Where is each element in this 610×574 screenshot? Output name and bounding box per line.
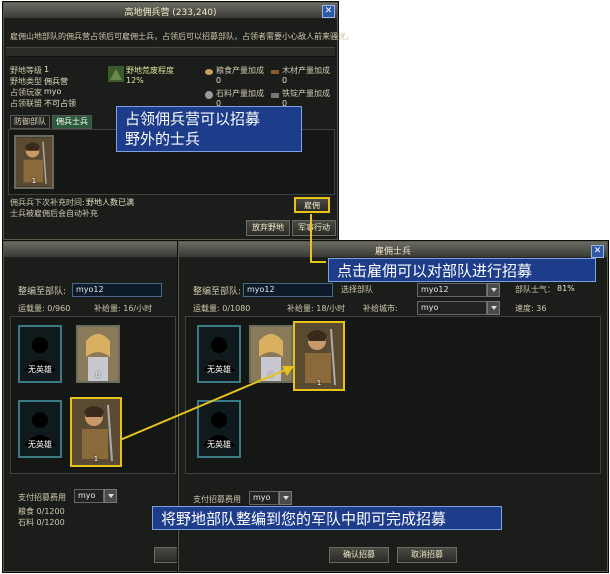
right-cost-dropdown[interactable] [279,491,292,505]
left-card-empty-1[interactable]: 无英雄 [18,325,62,383]
hire-button[interactable]: 雇佣 [294,197,330,213]
auto-replenish-note: 士兵被雇佣后会自动补充 [10,209,98,218]
left-cost-dropdown[interactable] [104,489,117,503]
right-cost-select[interactable]: myo [249,491,279,505]
right-card-empty-2[interactable]: 无英雄 [197,400,241,458]
hire-window-close-icon[interactable]: ✕ [591,245,604,258]
camp-info-divider [6,47,335,57]
camp-window-close-icon[interactable]: ✕ [322,5,335,18]
supply-city-dropdown[interactable] [487,301,500,315]
camp-window-title: 高地佣兵营 (233,240) [124,8,217,18]
select-troop-label: 选择部队 [341,285,373,294]
annotation-click-hire: 点击雇佣可以对部队进行招募 [328,258,596,282]
food-bonus-label: 粮食产量加成 [216,66,264,75]
right-card-empty-2-label: 无英雄 [207,440,231,449]
right-troop-input[interactable]: myo12 [243,283,333,297]
iron-bonus-label: 铁锭产量加成 [282,89,330,98]
left-capacity-text: 运载量: 0/960 [18,304,71,313]
left-cost-label: 支付招募费用 [18,493,66,502]
stat-type-value: 佣兵营 [44,77,68,86]
wood-bonus-label: 木材产量加成 [282,66,330,75]
camp-window-titlebar: 高地佣兵营 (233,240) [4,3,337,19]
left-card-mercenary-count: 1 [93,455,99,463]
select-troop-dropdown[interactable] [487,283,500,297]
speed-text: 速度: 36 [515,304,547,313]
stat-player-label: 占领玩家 [10,88,42,97]
camp-mercenary-count: 1 [31,177,37,185]
wood-icon [271,70,279,74]
left-stone-text: 石料 0/1200 [18,518,65,527]
left-partial-button[interactable] [154,547,180,563]
left-troop-input[interactable]: myo12 [72,283,162,297]
left-reorg-label: 整编至部队: [18,287,67,297]
tab-defense-troops[interactable]: 防御部队 [10,115,50,129]
stat-alliance-label: 占领联盟 [10,99,42,108]
stat-alliance-value: 不可占领 [44,99,76,108]
grain-icon [205,69,213,75]
left-card-hero-1[interactable]: 8 [76,325,120,383]
right-troop-panel [185,316,601,474]
left-window-titlebar [4,242,178,258]
right-card-empty-1-label: 无英雄 [207,365,231,374]
stat-level-value: 1 [44,65,50,74]
right-supply-text: 补给量: 18/小时 [287,304,346,313]
left-card-hero-1-count: 8 [95,371,101,379]
wood-bonus-value: 0 [282,76,288,85]
next-replenish-value: 野地人数已满 [86,198,134,207]
stone-bonus-label: 石料产量加成 [216,89,264,98]
iron-icon [271,93,279,98]
stat-type-label: 野地类型 [10,77,42,86]
right-card-hero-1-count: 8 [268,371,274,379]
camp-mercenary-card[interactable]: 1 [14,135,54,189]
left-cost-select[interactable]: myo [74,489,104,503]
food-bonus-value: 0 [216,76,222,85]
left-card-empty-1-label: 无英雄 [28,365,52,374]
supply-city-label: 补给城市: [363,304,398,313]
abandon-wild-button[interactable]: 放弃野地 [246,220,290,236]
annotation-reorganize: 将野地部队整编到您的军队中即可完成招募 [152,506,502,530]
annotation-occupy-camp: 占领佣兵营可以招募 野外的士兵 [116,106,302,152]
tab-mercenary-soldiers[interactable]: 佣兵士兵 [52,115,92,129]
left-food-text: 粮食 0/1200 [18,507,65,516]
left-card-empty-2-label: 无英雄 [28,440,52,449]
stat-level-label: 野地等级 [10,66,42,75]
confirm-recruit-button[interactable]: 确认招募 [329,547,389,563]
left-supply-text: 补给量: 16/小时 [94,304,153,313]
supply-city-field[interactable]: myo [417,301,487,315]
hire-window-title: 雇佣士兵 [374,247,411,257]
stat-player-value: myo [44,87,62,96]
camp-description: 雇佣山地部队的佣兵营占领后可雇佣士兵，占领后可以招募部队，占领者需要小心敌人前来… [10,32,354,41]
annotation-occupy-line1: 占领佣兵营可以招募 [125,110,261,128]
right-card-hero-1[interactable]: 8 [249,325,293,383]
right-reorg-label: 整编至部队: [193,287,242,297]
right-card-mercenary-count: 1 [316,379,322,387]
cancel-recruit-button[interactable]: 取消招募 [397,547,457,563]
hire-window-titlebar: 雇佣士兵 [179,242,607,258]
military-action-button[interactable]: 军事行动 [292,220,336,236]
left-card-empty-2[interactable]: 无英雄 [18,400,62,458]
right-card-empty-1[interactable]: 无英雄 [197,325,241,383]
annotation-occupy-line2: 野外的士兵 [125,130,201,148]
stone-icon [205,91,213,99]
right-card-mercenary[interactable]: 1 [293,321,345,391]
morale-value: 81% [557,284,575,293]
select-troop-field[interactable]: myo12 [417,283,487,297]
next-replenish-label: 佣兵兵下次补充时间: [10,198,85,207]
wild-decay-value: 12% [126,76,144,85]
right-capacity-text: 运载量: 0/1080 [193,304,251,313]
right-cost-label: 支付招募费用 [193,495,241,504]
wild-decay-label: 野地荒废程度 [126,66,174,75]
left-card-mercenary[interactable]: 1 [70,397,122,467]
morale-label: 部队士气： [515,285,555,294]
wilderness-icon [108,66,124,82]
